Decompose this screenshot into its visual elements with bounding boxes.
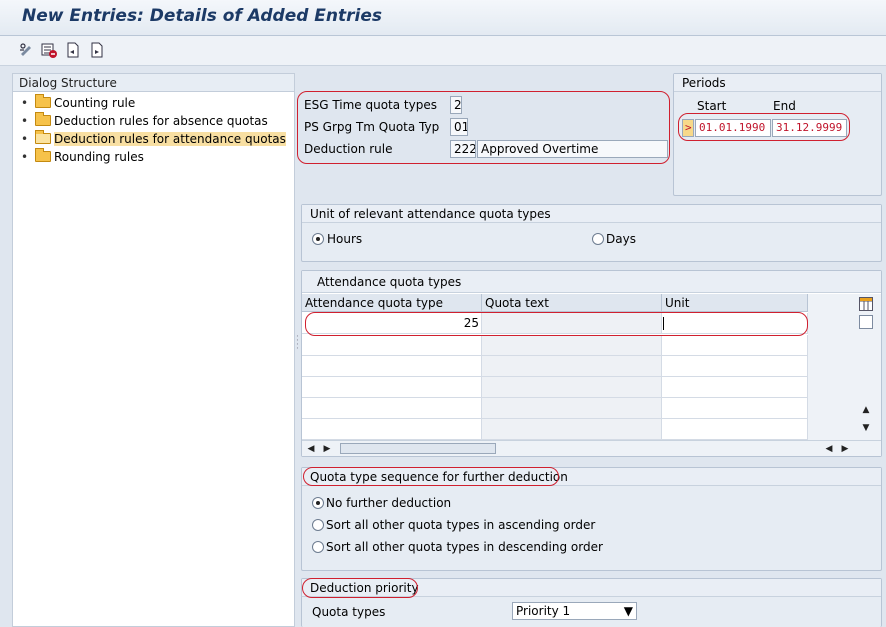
empty-cell[interactable]	[302, 356, 482, 376]
delete-icon[interactable]	[40, 41, 58, 59]
tree-item-label: Counting rule	[54, 96, 136, 110]
empty-cell[interactable]	[662, 377, 808, 397]
splitter-handle[interactable]: · · · ·	[296, 333, 299, 354]
table-row	[302, 356, 808, 377]
empty-cell[interactable]	[662, 398, 808, 418]
empty-cell	[482, 377, 662, 397]
quota-text-cell	[482, 313, 662, 333]
column-header-text[interactable]: Quota text	[482, 294, 662, 312]
scroll-left-icon[interactable]: ◀	[822, 442, 836, 456]
column-header-type[interactable]: Attendance quota type	[302, 294, 482, 312]
priority-dropdown[interactable]: Priority 1 ▼	[512, 602, 637, 620]
title-bar: New Entries: Details of Added Entries	[0, 0, 886, 36]
folder-icon	[35, 148, 51, 162]
next-entry-icon[interactable]	[88, 41, 106, 59]
priority-group: Deduction priority Quota types Priority …	[301, 578, 882, 627]
start-date-field[interactable]: 01.01.1990	[695, 119, 771, 137]
quota-type-cell[interactable]: 25	[302, 313, 482, 333]
days-radio[interactable]	[592, 233, 604, 245]
ascending-order-label: Sort all other quota types in ascending …	[326, 518, 596, 532]
table-row: 25	[302, 313, 808, 334]
start-label: Start	[697, 99, 727, 113]
page-title: New Entries: Details of Added Entries	[22, 6, 383, 26]
empty-cell[interactable]	[302, 335, 482, 355]
dialog-structure-panel: Dialog Structure • Counting rule • Deducti…	[12, 73, 295, 627]
table-row	[302, 419, 808, 440]
deduction-rule-text: Approved Overtime	[477, 140, 668, 158]
application-toolbar	[0, 36, 886, 66]
select-all-checkbox[interactable]	[859, 315, 873, 329]
text-cursor	[663, 317, 664, 330]
scroll-right-icon[interactable]: ▶	[838, 442, 852, 456]
unit-cell[interactable]	[662, 313, 808, 333]
empty-cell	[482, 419, 662, 439]
unit-group: Unit of relevant attendance quota types …	[301, 204, 882, 262]
table-row	[302, 335, 808, 356]
empty-cell[interactable]	[302, 419, 482, 439]
attendance-table: Attendance quota type Quota text Unit 25	[302, 294, 808, 440]
empty-cell[interactable]	[662, 419, 808, 439]
folder-icon	[35, 94, 51, 108]
attendance-table-title: Attendance quota types	[302, 271, 881, 293]
chevron-down-icon: ▼	[623, 604, 633, 618]
folder-icon	[35, 112, 51, 126]
tree-item-absence-quotas[interactable]: • Deduction rules for absence quotas	[21, 112, 268, 130]
scroll-left-icon[interactable]: ◀	[304, 442, 318, 456]
deduction-rule-field: 222	[450, 140, 476, 158]
previous-entry-icon[interactable]	[64, 41, 82, 59]
deduction-rule-label: Deduction rule	[304, 142, 393, 156]
table-row	[302, 398, 808, 419]
esg-field: 2	[450, 96, 462, 114]
descending-order-radio[interactable]	[312, 541, 324, 553]
table-row	[302, 377, 808, 398]
scroll-right-icon[interactable]: ▶	[320, 442, 334, 456]
display-change-icon[interactable]	[18, 41, 36, 59]
period-arrow-button[interactable]: >	[682, 119, 694, 137]
scroll-thumb[interactable]	[340, 443, 496, 454]
priority-group-title: Deduction priority	[302, 579, 881, 597]
priority-value: Priority 1	[516, 604, 571, 618]
unit-group-title: Unit of relevant attendance quota types	[302, 205, 881, 223]
tree-item-label: Rounding rules	[54, 150, 144, 164]
column-header-unit[interactable]: Unit	[662, 294, 808, 312]
empty-cell	[482, 335, 662, 355]
psgrpg-field: 01	[450, 118, 468, 136]
open-folder-icon	[35, 130, 51, 144]
dialog-structure-header: Dialog Structure	[13, 74, 294, 92]
tree-item-label: Deduction rules for absence quotas	[54, 114, 268, 128]
days-label: Days	[606, 232, 636, 246]
tree-item-label: Deduction rules for attendance quotas	[54, 132, 286, 146]
hours-radio[interactable]	[312, 233, 324, 245]
empty-cell	[482, 398, 662, 418]
hours-label: Hours	[327, 232, 363, 246]
tree-item-counting-rule[interactable]: • Counting rule	[21, 94, 135, 112]
periods-group: Periods Start End > 01.01.1990 31.12.999…	[673, 73, 882, 196]
empty-cell[interactable]	[302, 398, 482, 418]
empty-cell[interactable]	[302, 377, 482, 397]
scroll-up-icon[interactable]: ▲	[859, 403, 873, 417]
attendance-table-group: Attendance quota types Attendance quota …	[301, 270, 882, 457]
empty-cell[interactable]	[662, 356, 808, 376]
no-further-deduction-label: No further deduction	[326, 496, 452, 510]
esg-label: ESG Time quota types	[304, 98, 437, 112]
end-label: End	[773, 99, 796, 113]
empty-cell	[482, 356, 662, 376]
horizontal-scrollbar[interactable]: ◀ ▶ ◀ ▶	[302, 440, 881, 456]
no-further-deduction-radio[interactable]	[312, 497, 324, 509]
empty-cell[interactable]	[662, 335, 808, 355]
scroll-down-icon[interactable]: ▼	[859, 421, 873, 435]
sequence-group: Quota type sequence for further deductio…	[301, 467, 882, 571]
psgrpg-label: PS Grpg Tm Quota Typ	[304, 120, 440, 134]
table-settings-icon[interactable]	[859, 297, 873, 311]
descending-order-label: Sort all other quota types in descending…	[326, 540, 603, 554]
tree-item-attendance-quotas[interactable]: • Deduction rules for attendance quotas	[21, 130, 286, 148]
quota-types-label: Quota types	[312, 605, 386, 619]
tree-item-rounding-rules[interactable]: • Rounding rules	[21, 148, 144, 166]
ascending-order-radio[interactable]	[312, 519, 324, 531]
periods-title: Periods	[674, 74, 881, 92]
sequence-group-title: Quota type sequence for further deductio…	[302, 468, 881, 486]
end-date-field[interactable]: 31.12.9999	[772, 119, 847, 137]
